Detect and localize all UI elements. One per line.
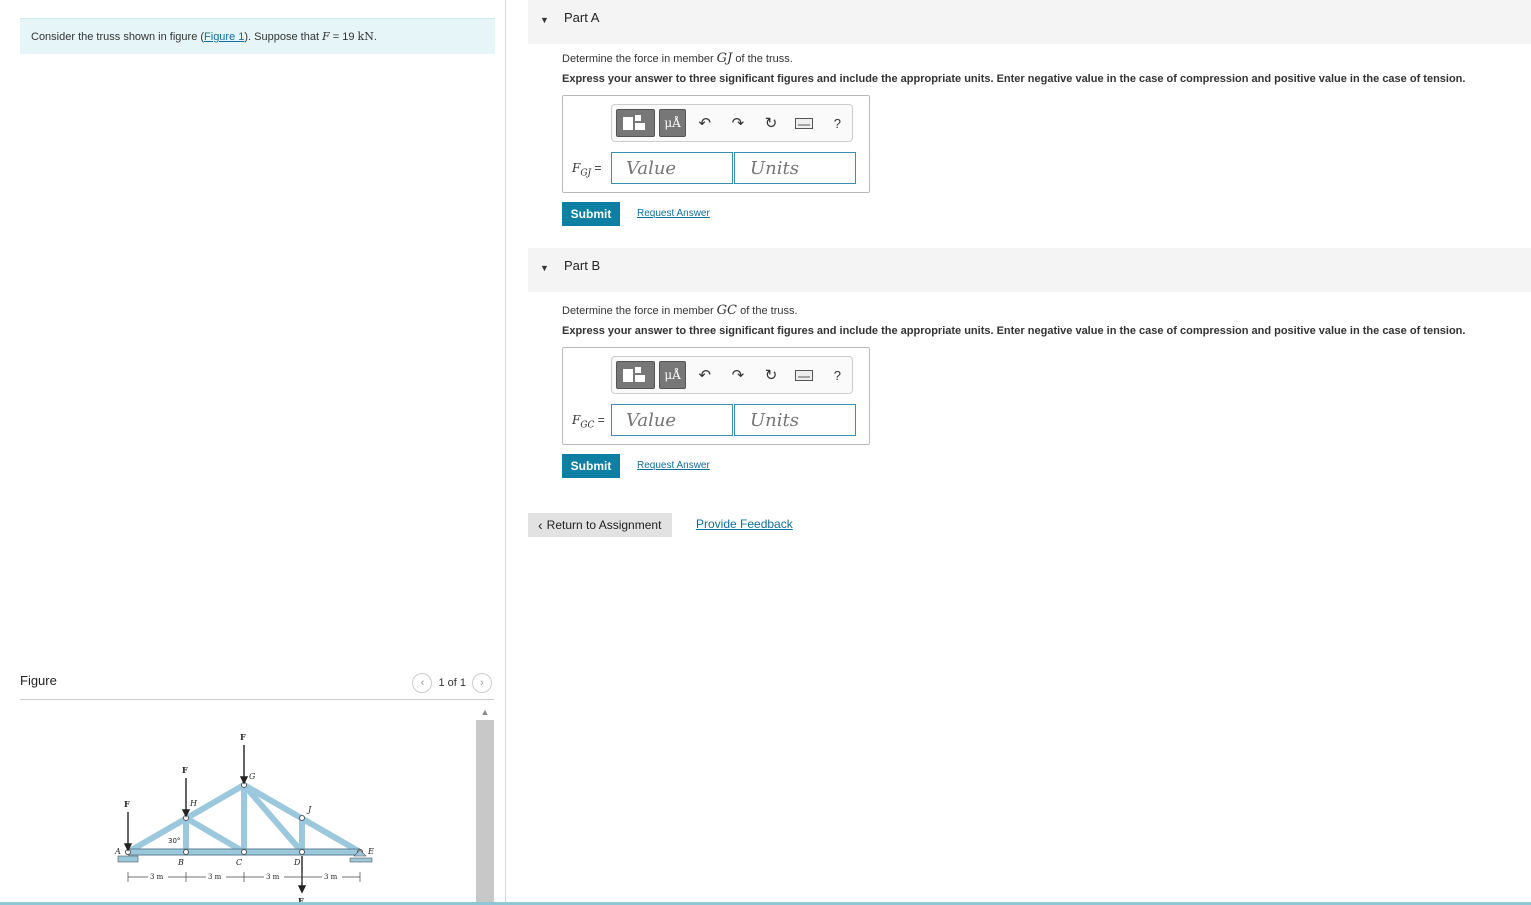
part-b-header[interactable]: ▼ Part B	[528, 248, 1531, 292]
part-a-answer-box: μÅ ↶ ↷ ↻ ? FGJ =	[562, 95, 870, 193]
figure-scrollbar[interactable]: ▲	[476, 704, 494, 905]
intro-end: .	[373, 31, 377, 43]
svg-text:C: C	[236, 858, 242, 867]
symbols-icon[interactable]: μÅ	[658, 109, 687, 137]
figure-title: Figure	[20, 673, 57, 688]
redo-icon[interactable]: ↷	[723, 109, 752, 137]
svg-text:3 m: 3 m	[208, 873, 222, 881]
member-gd	[241, 782, 305, 855]
svg-text:3 m: 3 m	[324, 873, 338, 881]
part-a-instruction: Express your answer to three significant…	[562, 73, 1466, 85]
member-name: GJ	[716, 51, 733, 66]
part-b-instruction: Express your answer to three significant…	[562, 325, 1466, 337]
svg-text:E: E	[367, 847, 374, 856]
problem-statement: Consider the truss shown in figure (Figu…	[20, 18, 495, 54]
scroll-up-icon[interactable]: ▲	[476, 704, 494, 720]
intro-text-mid: ). Suppose that	[244, 31, 323, 43]
chevron-right-icon[interactable]: ›	[472, 673, 492, 693]
templates-icon[interactable]	[616, 109, 655, 137]
svg-text:3 m: 3 m	[266, 873, 280, 881]
angle-label: 30°	[168, 837, 180, 845]
figure-link[interactable]: Figure 1	[204, 31, 244, 43]
dimension-labels: 3 m 3 m 3 m 3 m	[148, 872, 342, 881]
figure-pager: ‹ 1 of 1 ›	[412, 673, 492, 693]
svg-text:J: J	[306, 805, 312, 814]
help-icon[interactable]: ?	[823, 109, 852, 137]
page-indicator: 1 of 1	[438, 677, 466, 689]
figure-header: Figure ‹ 1 of 1 ›	[20, 668, 494, 700]
request-answer-link[interactable]: Request Answer	[637, 208, 710, 219]
member-hc	[183, 815, 247, 855]
provide-feedback-link[interactable]: Provide Feedback	[696, 517, 793, 531]
part-a-header[interactable]: ▼ Part A	[528, 0, 1531, 44]
member-name: GC	[716, 303, 738, 318]
reset-icon[interactable]: ↻	[757, 109, 786, 137]
right-panel: ▼ Part A Determine the force in member G…	[528, 0, 1531, 905]
truss-members	[125, 782, 363, 855]
part-b-title: Part B	[564, 258, 601, 273]
scroll-thumb[interactable]	[476, 720, 494, 905]
intro-equals: = 19	[329, 31, 358, 43]
answer-label: FGC =	[572, 413, 605, 431]
svg-text:G: G	[249, 772, 256, 781]
reset-icon[interactable]: ↻	[757, 361, 786, 389]
part-b-question: Determine the force in member GC of the …	[562, 303, 798, 318]
svg-text:F: F	[182, 765, 188, 775]
svg-text:B: B	[177, 858, 184, 867]
intro-text: Consider the truss shown in figure (	[31, 31, 205, 43]
answer-label: FGJ =	[572, 161, 602, 179]
part-b-answer-box: μÅ ↶ ↷ ↻ ? FGC =	[562, 347, 870, 445]
svg-text:3 m: 3 m	[150, 873, 164, 881]
svg-text:H: H	[189, 799, 198, 808]
caret-down-icon[interactable]: ▼	[540, 15, 549, 25]
help-icon[interactable]: ?	[823, 361, 852, 389]
force-unit: kN	[357, 30, 374, 43]
caret-down-icon[interactable]: ▼	[540, 263, 549, 273]
svg-text:D: D	[293, 858, 301, 867]
math-toolbar: μÅ ↶ ↷ ↻ ?	[611, 104, 853, 142]
submit-button[interactable]: Submit	[562, 454, 620, 478]
figure-viewport: F F F F G H J A B C D E 30° 3 m 3 m 3 m …	[20, 700, 494, 905]
submit-button[interactable]: Submit	[562, 202, 620, 226]
chevron-left-icon: ‹	[538, 517, 543, 533]
return-to-assignment-button[interactable]: ‹ Return to Assignment	[528, 513, 672, 537]
keyboard-icon[interactable]	[790, 109, 819, 137]
left-panel: Consider the truss shown in figure (Figu…	[0, 0, 506, 905]
request-answer-link[interactable]: Request Answer	[637, 460, 710, 471]
svg-text:A: A	[114, 847, 121, 856]
part-a-question: Determine the force in member GJ of the …	[562, 51, 793, 66]
value-input[interactable]	[611, 404, 733, 436]
force-variable: F	[322, 30, 330, 43]
templates-icon[interactable]	[616, 361, 655, 389]
undo-icon[interactable]: ↶	[690, 361, 719, 389]
units-input[interactable]	[734, 404, 856, 436]
svg-text:F: F	[124, 799, 130, 809]
support-a	[117, 855, 139, 863]
redo-icon[interactable]: ↷	[723, 361, 752, 389]
force-arrows	[123, 745, 307, 894]
svg-text:F: F	[240, 732, 246, 742]
value-input[interactable]	[611, 152, 733, 184]
part-a-title: Part A	[564, 10, 600, 25]
units-input[interactable]	[734, 152, 856, 184]
keyboard-icon[interactable]	[790, 361, 819, 389]
math-toolbar: μÅ ↶ ↷ ↻ ?	[611, 356, 853, 394]
chevron-left-icon[interactable]: ‹	[412, 673, 433, 693]
undo-icon[interactable]: ↶	[690, 109, 719, 137]
truss-figure: F F F F G H J A B C D E 30° 3 m 3 m 3 m …	[114, 732, 374, 905]
symbols-icon[interactable]: μÅ	[658, 361, 687, 389]
